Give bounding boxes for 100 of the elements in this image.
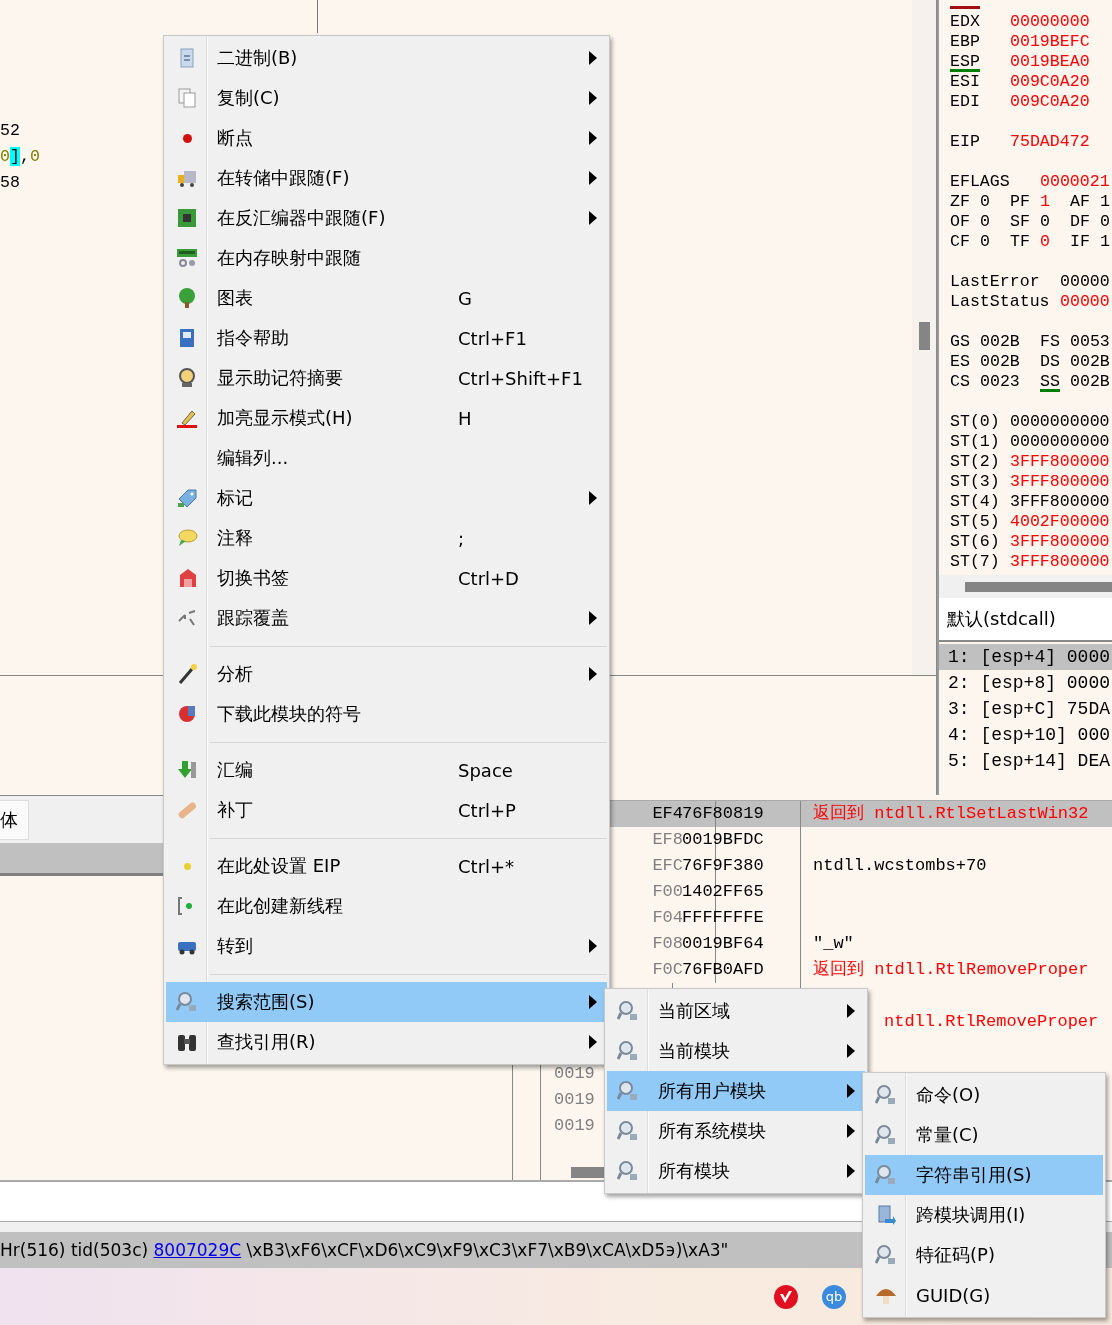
menu-item[interactable]: 转到	[166, 926, 607, 966]
stack-address: F04	[651, 907, 683, 929]
register-name: ST(2)	[950, 452, 1000, 471]
status-message: Hr(516) tid(503c) 8007029C \xB3\xF6\xCF\xD6\xC9\xF9\xC3\xF7\xB9\xCA\xD5϶)\xA3"	[0, 1240, 729, 1260]
down-arrow-icon	[176, 759, 198, 781]
menu-item[interactable]: 特征码(P)	[865, 1235, 1103, 1275]
register-value: 3FFF800000	[1010, 532, 1110, 551]
search-icon	[617, 1080, 639, 1102]
menu-item[interactable]: 指令帮助 Ctrl+F1	[166, 318, 607, 358]
argument-row[interactable]: 2: [esp+8] 0000	[939, 670, 1112, 696]
register-name: OF	[950, 212, 970, 231]
menu-item[interactable]: 所有系统模块	[607, 1111, 865, 1151]
stack-address: F0C	[651, 959, 683, 981]
stack-comment: ntdll.wcstombs+70	[813, 856, 987, 875]
stack-address: 0019	[554, 1064, 595, 1083]
menu-item[interactable]: GUID(G)	[865, 1275, 1103, 1315]
speech-bubble-icon	[176, 527, 198, 549]
register-value: 3FFF800000	[1010, 452, 1110, 471]
scrollbar-thumb[interactable]	[571, 1166, 605, 1178]
menu-item[interactable]: 断点	[166, 118, 607, 158]
register-name: ES	[950, 352, 970, 371]
tag-icon	[176, 487, 198, 509]
menu-item[interactable]: 在转储中跟随(F)	[166, 158, 607, 198]
register-value: 0053	[1070, 332, 1110, 351]
register-name: ZF	[950, 192, 970, 211]
register-name: IF	[1070, 232, 1090, 251]
menu-item[interactable]: 加亮显示模式(H) H	[166, 398, 607, 438]
search-icon	[875, 1124, 897, 1146]
register-value: 3FFF800000	[1010, 492, 1110, 511]
stack-value: 0019BF64	[682, 934, 764, 953]
menu-item[interactable]: 编辑列...	[166, 438, 607, 478]
menu-item[interactable]: 切换书签 Ctrl+D	[166, 558, 607, 598]
menu-item[interactable]: 在此创建新线程	[166, 886, 607, 926]
register-name: TF	[1010, 232, 1030, 251]
menu-item[interactable]: 查找引用(R)	[166, 1022, 607, 1062]
menu-item[interactable]: 字符串引用(S)	[865, 1155, 1103, 1195]
menu-item[interactable]: 标记	[166, 478, 607, 518]
register-value: 002B	[1070, 352, 1110, 371]
stack-address: 0019	[554, 1116, 595, 1135]
menu-item[interactable]: 当前区域	[607, 991, 865, 1031]
register-value: 0	[980, 212, 990, 231]
menu-item[interactable]: 复制(C)	[166, 78, 607, 118]
register-value: 0019BEA0	[1010, 52, 1090, 71]
register-value: 0019BEFC	[1010, 32, 1090, 51]
menu-item[interactable]: 当前模块	[607, 1031, 865, 1071]
menu-item[interactable]: 二进制(B)	[166, 38, 607, 78]
register-value: 75DAD472	[1010, 132, 1090, 151]
menu-item[interactable]: 补丁 Ctrl+P	[166, 790, 607, 830]
search-icon	[617, 1160, 639, 1182]
menu-item[interactable]: 显示助记符摘要 Ctrl+Shift+F1	[166, 358, 607, 398]
menu-item[interactable]: 汇编 Space	[166, 750, 607, 790]
tab[interactable]: 体	[0, 800, 29, 840]
stack-address: EF8	[651, 829, 683, 851]
register-value: 002B	[1070, 372, 1110, 391]
register-name: LastStatus	[950, 292, 1050, 311]
argument-row[interactable]: 1: [esp+4] 0000	[939, 644, 1112, 670]
menu-item[interactable]: 所有用户模块	[607, 1071, 865, 1111]
argument-row[interactable]: 5: [esp+14] DEA	[939, 748, 1112, 774]
menu-item[interactable]: 注释 ;	[166, 518, 607, 558]
menu-item[interactable]: 常量(C)	[865, 1115, 1103, 1155]
stack-comment: ntdll.RtlRemoveProper	[884, 1012, 1099, 1031]
argument-row[interactable]: 4: [esp+10] 000	[939, 722, 1112, 748]
register-value: 00000	[1060, 272, 1110, 291]
chip-icon	[176, 207, 198, 229]
register-value: 0000000000	[1010, 432, 1110, 451]
menu-item[interactable]: 跨模块调用(I)	[865, 1195, 1103, 1235]
menu-item[interactable]: 在反汇编器中跟随(F)	[166, 198, 607, 238]
menu-item[interactable]: 在此处设置 EIP Ctrl+*	[166, 846, 607, 886]
memory-module-icon	[176, 247, 198, 269]
register-value: 002B	[980, 332, 1020, 351]
menu-item[interactable]: 图表 G	[166, 278, 607, 318]
register-name: AF	[1070, 192, 1090, 211]
error-code-link[interactable]: 8007029C	[153, 1240, 242, 1260]
menu-item[interactable]: 搜索范围(S)	[166, 982, 607, 1022]
menu-item[interactable]: 所有模块	[607, 1151, 865, 1191]
register-name: CS	[950, 372, 970, 391]
search-icon	[176, 991, 198, 1013]
stack-value: 0019BFDC	[682, 830, 764, 849]
scrollbar-thumb[interactable]	[965, 581, 1112, 592]
stack-value: FFFFFFFE	[682, 908, 764, 927]
register-value: 1	[1040, 192, 1050, 211]
tray-app-icon[interactable]: qb	[822, 1284, 846, 1309]
check-logo-icon[interactable]	[774, 1284, 798, 1309]
menu-item[interactable]: 跟踪覆盖	[166, 598, 607, 638]
register-name: ESI	[950, 72, 980, 91]
register-value: 0	[1100, 212, 1110, 231]
register-name: ST(7)	[950, 552, 1000, 571]
menu-item[interactable]: 下载此模块的符号	[166, 694, 607, 734]
scrollbar-thumb[interactable]	[918, 322, 930, 350]
menu-item[interactable]: 分析	[166, 654, 607, 694]
register-name: ST(6)	[950, 532, 1000, 551]
menu-item[interactable]: 命令(O)	[865, 1075, 1103, 1115]
register-value: 0	[1040, 232, 1050, 251]
argument-row[interactable]: 3: [esp+C] 75DA	[939, 696, 1112, 722]
spark-icon	[183, 862, 191, 870]
search-icon	[875, 1084, 897, 1106]
sphere-icon	[176, 703, 198, 725]
stack-comment: "_w"	[813, 934, 854, 953]
menu-item[interactable]: 在内存映射中跟随	[166, 238, 607, 278]
register-name: SF	[1010, 212, 1030, 231]
